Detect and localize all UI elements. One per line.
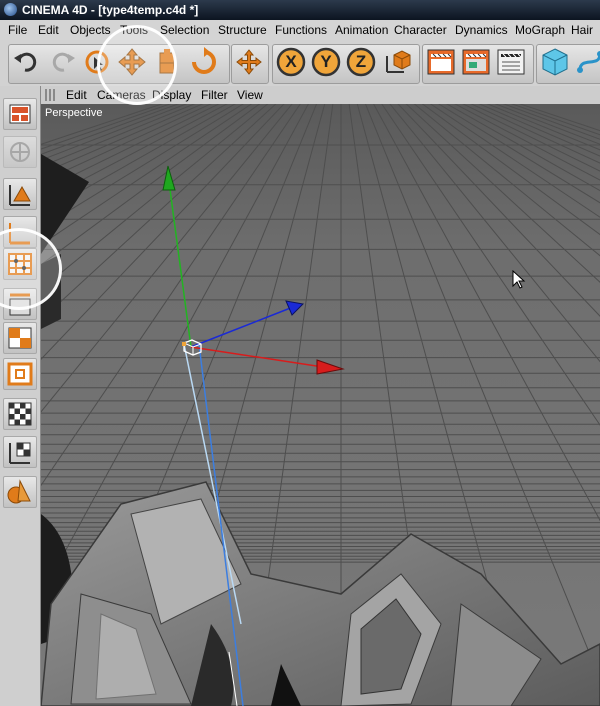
- clapperboard-picture-icon: [462, 49, 490, 75]
- viewport-menu-filter[interactable]: Filter: [201, 88, 228, 102]
- x-axis-lock-button[interactable]: X: [275, 46, 307, 78]
- menu-dynamics[interactable]: Dynamics: [455, 23, 508, 37]
- x-axis-label: X: [285, 52, 297, 71]
- z-axis-label: Z: [355, 52, 367, 71]
- redo-icon: [52, 52, 75, 72]
- perspective-viewport[interactable]: Perspective: [41, 104, 600, 706]
- checkerboard-icon: [8, 402, 32, 426]
- add-cube-button[interactable]: [539, 46, 571, 78]
- menu-animation[interactable]: Animation: [335, 23, 388, 37]
- cinema4d-app-icon: [4, 3, 17, 16]
- y-axis-lock-button[interactable]: Y: [310, 46, 342, 78]
- viewport-scene: [41, 104, 600, 706]
- menu-objects[interactable]: Objects: [70, 23, 111, 37]
- snap-grid-icon: [9, 442, 31, 464]
- menu-bar: File Edit Objects Tools Selection Struct…: [0, 20, 600, 41]
- menu-hair[interactable]: Hair: [571, 23, 593, 37]
- use-points-mode-button[interactable]: [3, 178, 37, 210]
- object-axis-icon: [10, 142, 30, 162]
- render-to-picture-viewer-button[interactable]: [460, 46, 492, 78]
- left-tool-palette: [0, 86, 41, 706]
- main-toolbar: X Y Z: [0, 40, 600, 87]
- clapperboard-icon: [427, 49, 455, 75]
- rotate-tool-button[interactable]: [188, 46, 220, 78]
- menu-character[interactable]: Character: [394, 23, 447, 37]
- viewport-menu-edit[interactable]: Edit: [66, 88, 87, 102]
- world-coordinates-button[interactable]: [382, 46, 414, 78]
- menu-edit[interactable]: Edit: [38, 23, 59, 37]
- menu-selection[interactable]: Selection: [160, 23, 209, 37]
- checkerboard-toggle-button[interactable]: [3, 398, 37, 430]
- use-object-axis-button[interactable]: [3, 136, 37, 168]
- model-mode-icon: [9, 104, 31, 124]
- undo-icon: [14, 52, 37, 72]
- z-axis-lock-button[interactable]: Z: [345, 46, 377, 78]
- window-title: CINEMA 4D - [type4temp.c4d *]: [22, 3, 199, 17]
- workplane-mode-button[interactable]: [3, 322, 37, 354]
- redo-button[interactable]: [46, 46, 78, 78]
- snap-settings-button[interactable]: [3, 436, 37, 468]
- viewport-label: Perspective: [45, 107, 103, 119]
- viewport-grip-handle[interactable]: [45, 89, 55, 101]
- move-object-button[interactable]: [233, 46, 265, 78]
- primitives-icon: [7, 479, 31, 504]
- render-settings-button[interactable]: [495, 46, 527, 78]
- points-mode-icon: [9, 185, 31, 206]
- rotate-icon: [192, 47, 216, 74]
- tweak-mode-button[interactable]: [3, 358, 37, 390]
- render-view-button[interactable]: [425, 46, 457, 78]
- workplane-icon: [8, 327, 32, 349]
- menu-mograph[interactable]: MoGraph: [515, 23, 565, 37]
- y-axis-label: Y: [320, 52, 332, 71]
- use-model-mode-button[interactable]: [3, 98, 37, 130]
- coordinate-system-icon: [386, 50, 411, 73]
- cube-icon: [542, 48, 568, 76]
- render-settings-icon: [497, 49, 525, 75]
- menu-structure[interactable]: Structure: [218, 23, 267, 37]
- add-spline-button[interactable]: [574, 46, 600, 78]
- animation-mode-button[interactable]: [3, 476, 37, 508]
- spline-icon: [577, 51, 600, 73]
- move-tool-highlight-circle: [97, 25, 177, 105]
- title-bar: CINEMA 4D - [type4temp.c4d *]: [0, 0, 600, 20]
- tweak-mode-icon: [7, 362, 33, 386]
- viewport-menu-view[interactable]: View: [237, 88, 263, 102]
- menu-file[interactable]: File: [8, 23, 27, 37]
- mouse-cursor-icon: [512, 270, 526, 289]
- menu-functions[interactable]: Functions: [275, 23, 327, 37]
- undo-button[interactable]: [11, 46, 43, 78]
- move-arrows-small-icon: [236, 49, 262, 75]
